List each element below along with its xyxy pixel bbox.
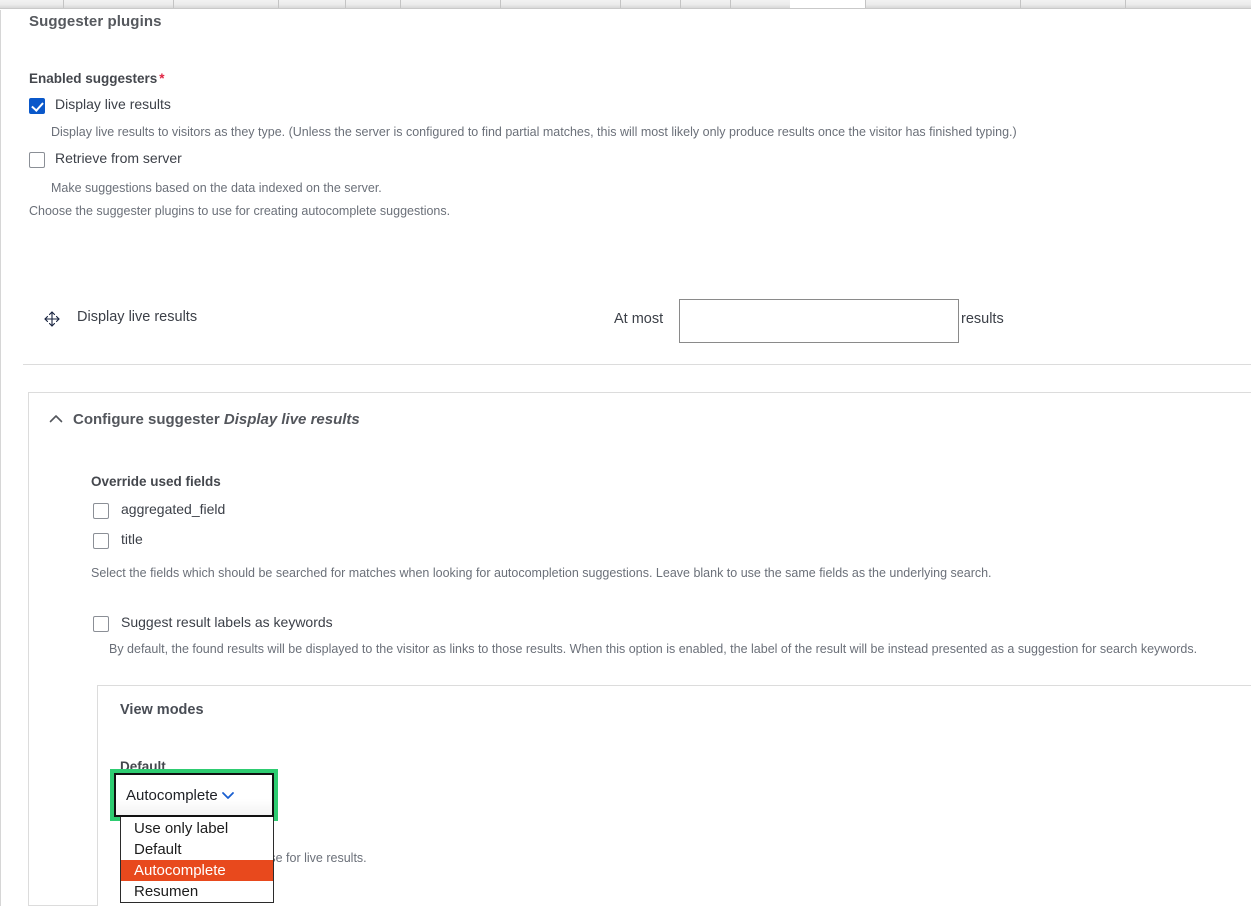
chevron-up-icon[interactable]: [47, 410, 65, 428]
configure-suggester-summary[interactable]: Configure suggester Display live results: [47, 407, 360, 431]
tab-separator: [63, 0, 64, 8]
checkbox-aggregated-field[interactable]: [93, 503, 109, 519]
tab-separator: [1125, 0, 1126, 8]
tab-separator: [620, 0, 621, 8]
results-suffix-label: results: [961, 311, 1004, 327]
view-modes-fieldset: View modes Default Select the view modes…: [97, 685, 1251, 906]
default-view-mode-listbox[interactable]: Use only label Default Autocomplete Resu…: [120, 817, 274, 903]
listbox-option-use-only-label[interactable]: Use only label: [121, 818, 273, 839]
move-arrows-icon[interactable]: [42, 309, 62, 329]
listbox-option-resumen[interactable]: Resumen: [121, 881, 273, 902]
checkbox-label-display-live-results[interactable]: Display live results: [55, 96, 171, 112]
checkbox-title[interactable]: [93, 533, 109, 549]
page-title: Suggester plugins: [29, 13, 162, 30]
configure-suggester-details: Configure suggester Display live results…: [28, 392, 1251, 906]
checkbox-label-title[interactable]: title: [121, 531, 143, 547]
section-divider: [23, 364, 1251, 365]
page-content: Suggester plugins Enabled suggesters * Di…: [0, 10, 1251, 906]
tab-separator: [173, 0, 174, 8]
checkbox-retrieve-from-server[interactable]: [29, 152, 45, 168]
override-used-fields-label: Override used fields: [91, 474, 221, 489]
suggest-result-labels-description: By default, the found results will be di…: [109, 642, 1198, 656]
active-tab[interactable]: [790, 0, 865, 8]
default-view-mode-label: Default: [120, 759, 166, 774]
chevron-down-icon[interactable]: [220, 787, 236, 803]
description-retrieve-from-server: Make suggestions based on the data index…: [51, 181, 382, 195]
tab-separator: [680, 0, 681, 8]
checkbox-suggest-result-labels[interactable]: [93, 616, 109, 632]
listbox-option-default[interactable]: Default: [121, 839, 273, 860]
configure-suggester-prefix: Configure suggester: [73, 410, 224, 428]
checkbox-display-live-results[interactable]: [29, 98, 45, 114]
required-asterisk: *: [159, 71, 165, 86]
at-most-label: At most: [614, 311, 664, 327]
enabled-suggesters-label-text: Enabled suggesters: [29, 71, 158, 86]
description-display-live-results: Display live results to visitors as they…: [51, 125, 1017, 139]
live-results-config-row: Display live results At most results: [1, 299, 1251, 362]
tab-separator: [730, 0, 731, 8]
browser-tab-strip[interactable]: [0, 0, 1251, 9]
override-used-fields-description: Select the fields which should be search…: [91, 566, 992, 580]
checkbox-label-aggregated-field[interactable]: aggregated_field: [121, 501, 225, 517]
checkbox-label-retrieve-from-server[interactable]: Retrieve from server: [55, 150, 182, 166]
tab-separator: [278, 0, 279, 8]
default-view-mode-select[interactable]: Autocomplete: [110, 769, 278, 821]
live-results-row-label: Display live results: [77, 309, 198, 325]
tab-separator: [1020, 0, 1021, 8]
configure-suggester-summary-text: Configure suggester Display live results: [73, 411, 360, 428]
enabled-suggesters-label: Enabled suggesters *: [29, 71, 165, 86]
listbox-option-autocomplete[interactable]: Autocomplete: [121, 860, 273, 881]
tab-separator: [345, 0, 346, 8]
enabled-suggesters-help-text: Choose the suggester plugins to use for …: [29, 204, 451, 218]
configure-suggester-name: Display live results: [223, 410, 360, 428]
tab-separator: [865, 0, 866, 8]
default-view-mode-selected-value: Autocomplete: [126, 786, 218, 804]
checkbox-label-suggest-result-labels[interactable]: Suggest result labels as keywords: [121, 614, 333, 630]
tab-separator: [500, 0, 501, 8]
view-modes-title: View modes: [120, 702, 204, 718]
tab-separator: [400, 0, 401, 8]
results-limit-input[interactable]: [679, 299, 959, 343]
